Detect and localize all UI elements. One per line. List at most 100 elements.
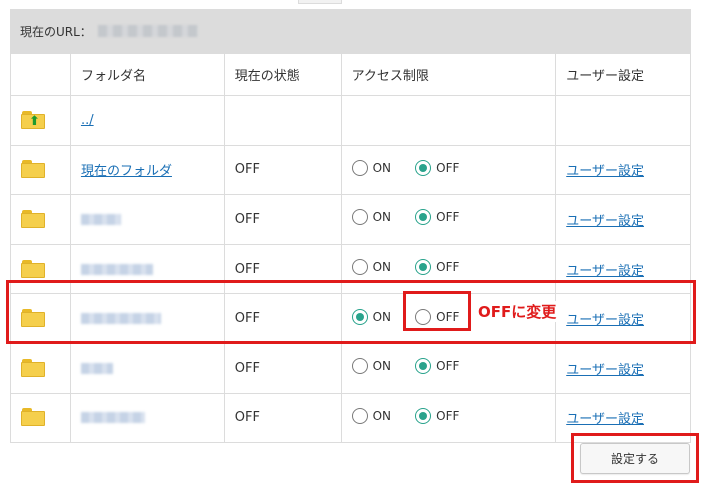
icon-cell <box>10 144 71 196</box>
current-url-value-redacted <box>97 25 198 37</box>
icon-cell <box>10 392 71 444</box>
user-settings-link[interactable]: ユーザー設定 <box>566 214 644 229</box>
icon-cell <box>10 243 71 295</box>
status-cell: OFF <box>223 144 342 196</box>
access-off-radio[interactable] <box>415 358 432 375</box>
access-off-label: OFF <box>436 309 460 324</box>
folder-row: OFF ON OFF ユーザー設定 <box>10 342 691 394</box>
access-off-option[interactable]: OFF <box>415 358 459 375</box>
name-cell <box>69 243 225 295</box>
access-on-radio[interactable] <box>351 358 368 375</box>
access-cell: ON OFF <box>340 392 557 444</box>
icon-cell <box>10 293 71 344</box>
access-on-option[interactable]: ON <box>351 259 391 276</box>
column-header-icon <box>10 53 71 96</box>
folder-icon <box>21 309 45 328</box>
name-cell <box>69 392 225 444</box>
submit-settings-button[interactable]: 設定する <box>580 443 690 474</box>
status-value: OFF <box>234 162 260 178</box>
name-cell: ../ <box>69 95 225 146</box>
folder-name-redacted[interactable] <box>80 313 161 325</box>
status-cell: OFF <box>223 194 342 245</box>
folder-icon <box>21 259 45 278</box>
annotation-change-to-off: OFFに変更 <box>476 301 561 322</box>
access-on-label: ON <box>372 160 391 175</box>
table-header-row: フォルダ名 現在の状態 アクセス制限 ユーザー設定 <box>10 53 691 96</box>
status-value: OFF <box>234 211 260 227</box>
folder-name-redacted[interactable] <box>80 412 145 424</box>
status-value: OFF <box>234 360 260 376</box>
user-settings-cell: ユーザー設定 <box>555 342 691 394</box>
status-cell: OFF <box>223 293 342 344</box>
user-settings-link[interactable]: ユーザー設定 <box>566 264 644 279</box>
access-off-option[interactable]: OFF <box>415 209 460 226</box>
user-settings-cell: ユーザー設定 <box>555 392 691 444</box>
access-cell: ON OFF <box>340 342 557 394</box>
access-off-radio[interactable] <box>415 407 432 424</box>
access-on-radio[interactable] <box>351 159 368 176</box>
folder-table: フォルダ名 現在の状態 アクセス制限 ユーザー設定 ⬆ ../ 現在のフォルダ … <box>10 53 691 444</box>
access-on-label: ON <box>372 309 391 324</box>
access-off-option[interactable]: OFF <box>415 259 460 276</box>
icon-cell <box>10 342 71 394</box>
top-tab <box>298 0 342 4</box>
user-settings-cell: ユーザー設定 <box>555 144 691 196</box>
user-settings-cell: ユーザー設定 <box>555 243 691 295</box>
folder-name-redacted[interactable] <box>80 362 113 374</box>
access-on-radio[interactable] <box>351 259 368 276</box>
status-value: OFF <box>234 410 260 426</box>
access-on-option[interactable]: ON <box>351 209 391 226</box>
access-off-option[interactable]: OFF <box>415 308 460 325</box>
access-off-radio[interactable] <box>415 259 432 276</box>
folder-icon <box>21 160 45 179</box>
access-off-label: OFF <box>436 260 460 275</box>
folder-name-redacted[interactable] <box>80 213 121 225</box>
access-on-label: ON <box>372 260 391 275</box>
access-cell: ON OFF <box>340 194 557 245</box>
access-on-label: ON <box>372 359 391 374</box>
access-on-radio[interactable] <box>351 407 368 424</box>
access-off-option[interactable]: OFF <box>415 407 459 424</box>
access-off-label: OFF <box>436 210 460 225</box>
user-settings-link[interactable]: ユーザー設定 <box>566 313 644 328</box>
access-on-option[interactable]: ON <box>351 407 391 424</box>
access-on-option[interactable]: ON <box>351 358 391 375</box>
access-on-radio[interactable] <box>351 209 368 226</box>
access-on-option[interactable]: ON <box>351 159 391 176</box>
column-header-current-status: 現在の状態 <box>223 53 342 96</box>
name-cell <box>69 194 225 245</box>
access-on-label: ON <box>372 210 391 225</box>
folder-row: 現在のフォルダ OFF ON OFF ユーザー設定 <box>10 144 691 196</box>
name-cell: 現在のフォルダ <box>69 144 225 196</box>
status-value: OFF <box>234 261 260 277</box>
parent-folder-row: ⬆ ../ <box>10 95 691 146</box>
status-cell: OFF <box>223 243 342 295</box>
icon-cell <box>10 194 71 245</box>
folder-name-link[interactable]: 現在のフォルダ <box>81 164 172 179</box>
access-on-radio[interactable] <box>351 308 368 325</box>
user-settings-cell: ユーザー設定 <box>555 194 691 245</box>
user-settings-link[interactable]: ユーザー設定 <box>566 363 644 378</box>
folder-row: OFF ON OFF ユーザー設定 <box>10 392 691 444</box>
status-cell: OFF <box>223 342 342 394</box>
user-settings-link[interactable]: ユーザー設定 <box>566 412 644 427</box>
access-cell: ON OFF <box>340 144 557 196</box>
access-off-radio[interactable] <box>415 308 432 325</box>
current-url-label: 現在のURL： <box>20 24 92 39</box>
folder-icon <box>21 408 45 427</box>
parent-folder-link[interactable]: ../ <box>81 113 94 128</box>
access-off-label: OFF <box>436 160 460 175</box>
folder-name-redacted[interactable] <box>80 263 153 275</box>
access-off-radio[interactable] <box>415 209 432 226</box>
access-off-option[interactable]: OFF <box>415 159 460 176</box>
folder-icon <box>21 358 45 377</box>
access-on-option[interactable]: ON <box>351 308 391 325</box>
folder-row: OFF ON OFF ユーザー設定 <box>10 194 691 245</box>
folder-up-icon[interactable]: ⬆ <box>21 110 45 129</box>
user-settings-link[interactable]: ユーザー設定 <box>566 164 644 179</box>
folder-row: OFF ON OFF ユーザー設定 <box>10 293 691 344</box>
status-value: OFF <box>234 311 260 327</box>
access-on-label: ON <box>372 408 391 423</box>
access-off-radio[interactable] <box>415 159 432 176</box>
column-header-access-restriction: アクセス制限 <box>340 53 557 96</box>
